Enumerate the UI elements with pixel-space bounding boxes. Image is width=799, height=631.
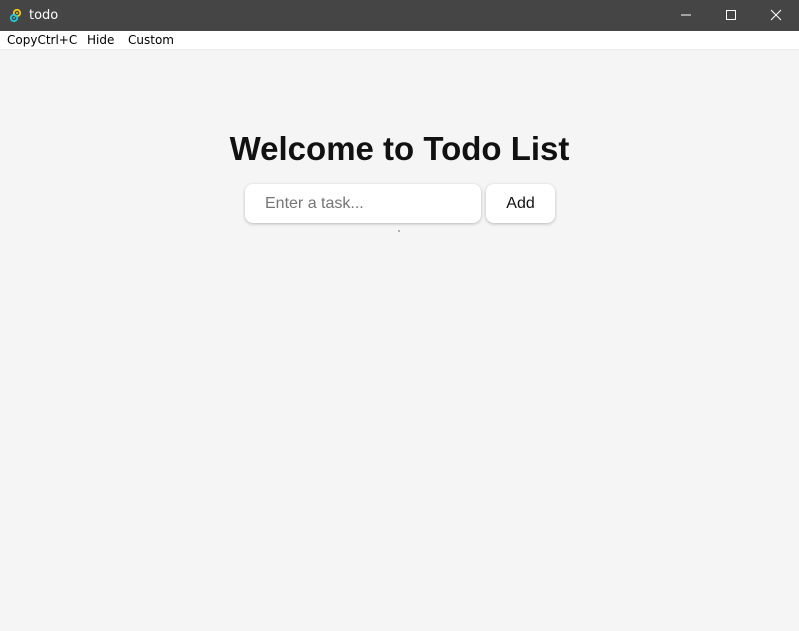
menu-item-copy[interactable]: CopyCtrl+C: [7, 33, 77, 48]
minimize-icon: [680, 6, 692, 25]
close-button[interactable]: [753, 0, 799, 31]
add-task-button[interactable]: Add: [486, 184, 555, 223]
page-title: Welcome to Todo List: [229, 130, 570, 167]
main-content: Welcome to Todo List Add: [0, 50, 799, 631]
close-icon: [770, 6, 782, 25]
menu-bar: CopyCtrl+C Hide Custom: [0, 31, 799, 50]
tauri-app-icon: [8, 8, 23, 23]
minimize-button[interactable]: [663, 0, 709, 31]
task-list: [398, 230, 400, 232]
maximize-icon: [725, 6, 737, 25]
menu-item-hide[interactable]: Hide: [87, 33, 114, 48]
window-titlebar: todo: [0, 0, 799, 31]
window-title: todo: [29, 8, 59, 23]
menu-item-custom[interactable]: Custom: [128, 33, 174, 48]
task-input[interactable]: [245, 184, 481, 223]
maximize-button[interactable]: [708, 0, 754, 31]
